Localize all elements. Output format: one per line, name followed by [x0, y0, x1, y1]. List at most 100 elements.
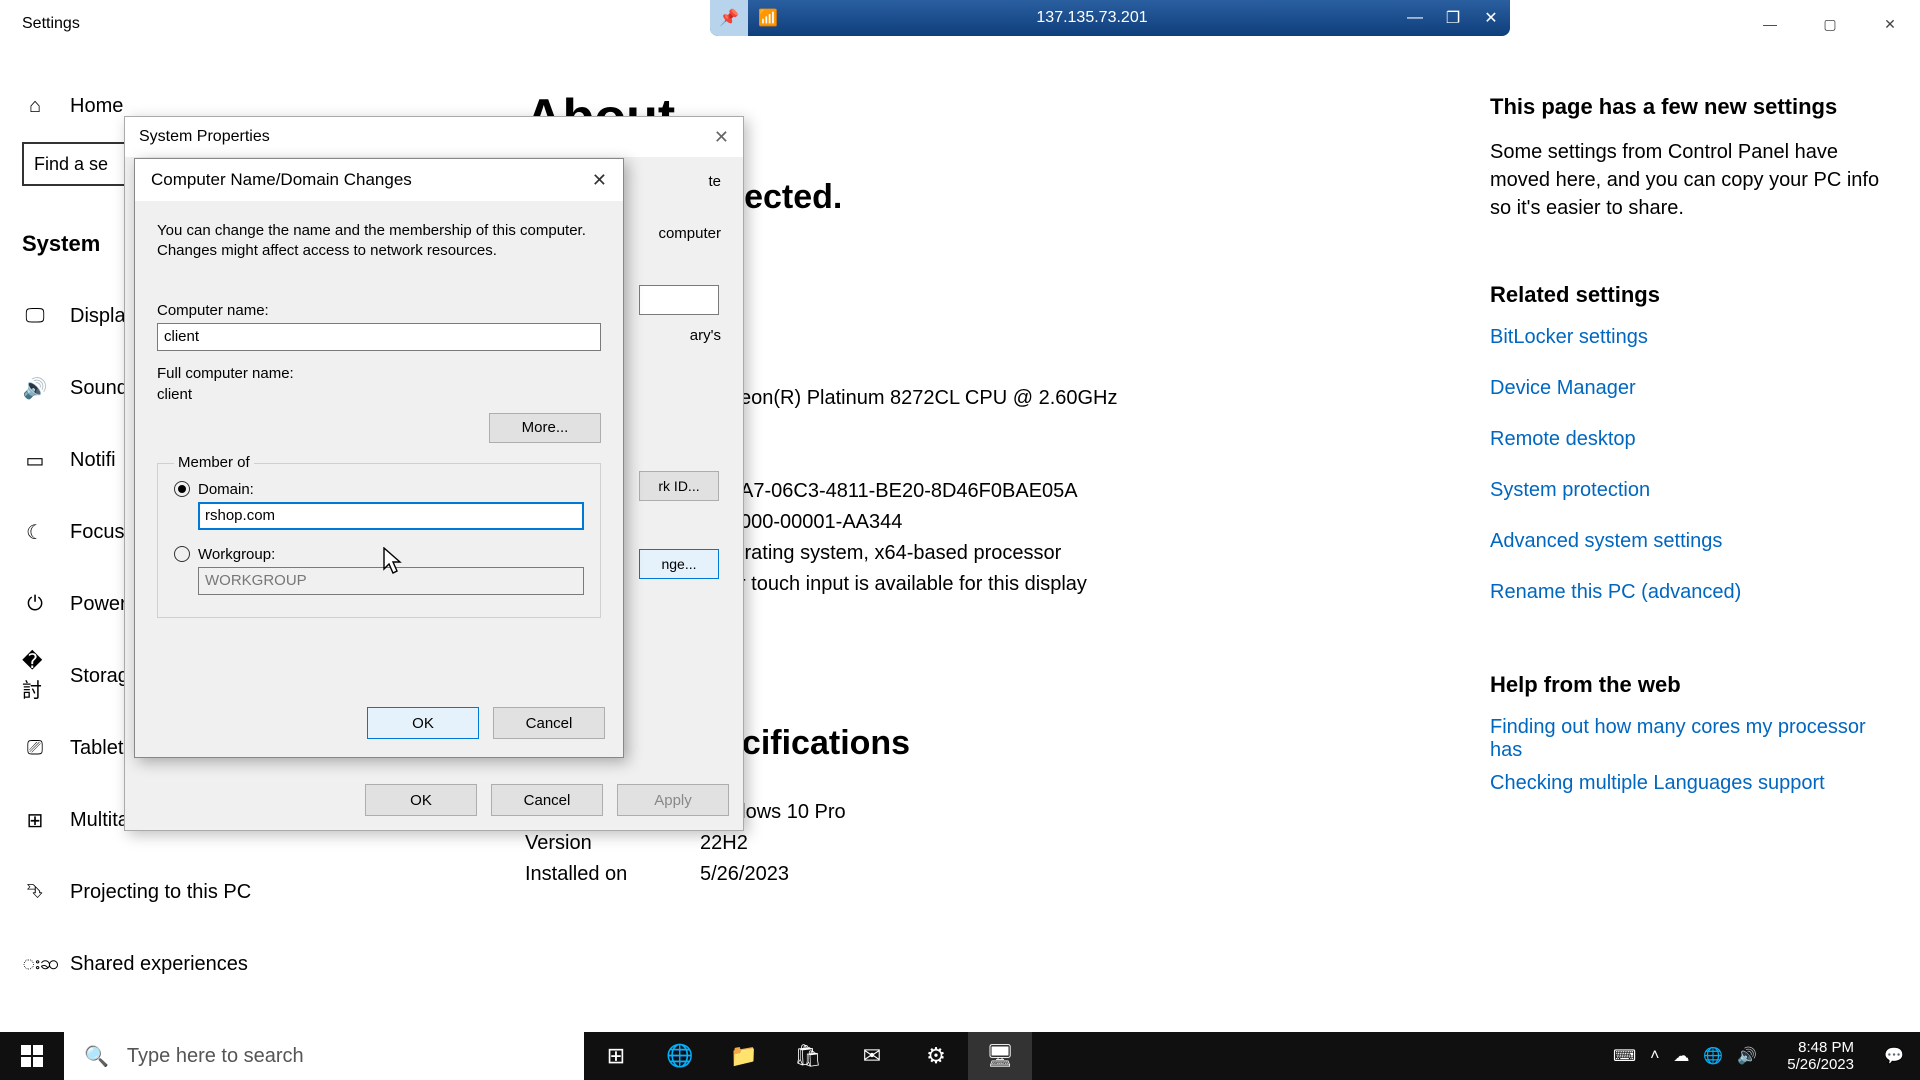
- sidebar-item-label: Tablet: [70, 737, 123, 760]
- file-explorer-icon[interactable]: 📁: [712, 1032, 776, 1080]
- pin-icon[interactable]: 📌: [710, 0, 748, 36]
- cname-titlebar[interactable]: Computer Name/Domain Changes ✕: [135, 159, 623, 201]
- taskbar-search[interactable]: 🔍 Type here to search: [64, 1032, 584, 1080]
- link-device-manager[interactable]: Device Manager: [1490, 377, 1890, 400]
- sysprop-titlebar[interactable]: System Properties ✕: [125, 117, 743, 157]
- right-heading-help: Help from the web: [1490, 672, 1890, 698]
- signal-icon: 📶: [748, 8, 788, 28]
- rdp-close-button[interactable]: ✕: [1472, 0, 1510, 36]
- link-advanced-settings[interactable]: Advanced system settings: [1490, 530, 1890, 553]
- right-heading-new: This page has a few new settings: [1490, 94, 1890, 120]
- keyboard-icon[interactable]: ⌨: [1613, 1046, 1636, 1066]
- spec-deviceid: CD7A7-06C3-4811-BE20-8D46F0BAE05A: [700, 480, 1078, 503]
- full-name-value: client: [157, 386, 601, 403]
- minimize-button[interactable]: —: [1740, 0, 1800, 48]
- link-bitlocker[interactable]: BitLocker settings: [1490, 326, 1890, 349]
- sysprop-title: System Properties: [139, 128, 270, 146]
- maximize-button[interactable]: ▢: [1800, 0, 1860, 48]
- network-icon[interactable]: 🌐: [1703, 1046, 1723, 1066]
- link-system-protection[interactable]: System protection: [1490, 479, 1890, 502]
- right-heading-related: Related settings: [1490, 282, 1890, 308]
- action-center-button[interactable]: 💬: [1868, 1046, 1920, 1066]
- cname-title: Computer Name/Domain Changes: [151, 170, 412, 190]
- link-rename-pc[interactable]: Rename this PC (advanced): [1490, 581, 1890, 604]
- computer-name-dialog: Computer Name/Domain Changes ✕ You can c…: [134, 158, 624, 758]
- spec-key: Installed on: [525, 863, 700, 886]
- storage-icon: �討: [22, 663, 48, 689]
- example-fragment: ary's: [690, 327, 721, 344]
- store-icon[interactable]: 🛍: [776, 1032, 840, 1080]
- sidebar-category-label: System: [22, 231, 100, 257]
- start-button[interactable]: [0, 1032, 64, 1080]
- computer-name-label: Computer name:: [157, 302, 601, 319]
- rdp-minimize-button[interactable]: —: [1396, 0, 1434, 36]
- sidebar-item-label: Shared experiences: [70, 953, 248, 976]
- volume-icon[interactable]: 🔊: [1737, 1046, 1757, 1066]
- sysprop-apply-button[interactable]: Apply: [617, 784, 729, 816]
- domain-radio-label: Domain:: [198, 481, 254, 498]
- search-icon: 🔍: [84, 1044, 109, 1069]
- sidebar-item-label: Power: [70, 593, 127, 616]
- sound-icon: 🔊: [22, 375, 48, 401]
- full-name-label: Full computer name:: [157, 365, 601, 382]
- settings-icon[interactable]: ⚙: [904, 1032, 968, 1080]
- spec-pentouch: en or touch input is available for this …: [700, 573, 1087, 596]
- close-button[interactable]: ✕: [1860, 0, 1920, 48]
- sidebar-item-label: Notifi: [70, 449, 116, 472]
- domain-radio[interactable]: [174, 481, 190, 497]
- cname-cancel-button[interactable]: Cancel: [493, 707, 605, 739]
- computer-name-input[interactable]: [157, 323, 601, 351]
- close-icon[interactable]: ✕: [592, 170, 607, 191]
- edge-icon[interactable]: 🌐: [648, 1032, 712, 1080]
- spec-cpu: R) Xeon(R) Platinum 8272CL CPU @ 2.60GHz: [700, 387, 1118, 410]
- spec-val: 5/26/2023: [700, 863, 789, 886]
- sidebar-item-label: Home: [70, 95, 123, 118]
- projecting-icon: ⮷: [22, 879, 48, 905]
- workgroup-radio-row[interactable]: Workgroup:: [174, 546, 584, 563]
- workgroup-radio[interactable]: [174, 546, 190, 562]
- tray-chevron-icon[interactable]: ˄: [1650, 1047, 1659, 1065]
- rdp-restore-button[interactable]: ❐: [1434, 0, 1472, 36]
- domain-input[interactable]: [198, 502, 584, 530]
- rdp-connection-bar[interactable]: 📌 📶 137.135.73.201 — ❐ ✕: [710, 0, 1510, 36]
- member-of-legend: Member of: [174, 454, 254, 471]
- sidebar-item-projecting[interactable]: ⮷ Projecting to this PC: [0, 856, 485, 928]
- more-button[interactable]: More...: [489, 413, 601, 443]
- system-tray[interactable]: ⌨ ˄ ☁ 🌐 🔊: [1597, 1046, 1773, 1066]
- task-view-button[interactable]: ⊞: [584, 1032, 648, 1080]
- taskbar-search-placeholder: Type here to search: [127, 1045, 304, 1068]
- home-icon: ⌂: [22, 93, 48, 119]
- spec-systemtype: t operating system, x64-based processor: [700, 542, 1061, 565]
- cname-ok-button[interactable]: OK: [367, 707, 479, 739]
- domain-radio-row[interactable]: Domain:: [174, 481, 584, 498]
- clock-date: 5/26/2023: [1787, 1056, 1854, 1073]
- sidebar-item-label: Sound: [70, 377, 128, 400]
- close-icon[interactable]: ✕: [714, 127, 729, 148]
- clock-time: 8:48 PM: [1787, 1039, 1854, 1056]
- tablet-icon: ⎚: [22, 735, 48, 761]
- sidebar-item-label: Focus: [70, 521, 124, 544]
- taskbar-clock[interactable]: 8:48 PM 5/26/2023: [1773, 1039, 1868, 1074]
- sysprop-description-input[interactable]: [639, 285, 719, 315]
- workgroup-radio-label: Workgroup:: [198, 546, 275, 563]
- sysprop-ok-button[interactable]: OK: [365, 784, 477, 816]
- sidebar-item-label: Projecting to this PC: [70, 881, 251, 904]
- sidebar-item-shared[interactable]: �းဆ Shared experiences: [0, 928, 485, 1000]
- help-link-languages[interactable]: Checking multiple Languages support: [1490, 772, 1890, 795]
- help-link-cores[interactable]: Finding out how many cores my processor …: [1490, 716, 1890, 762]
- tab-fragment: te: [708, 173, 721, 190]
- member-of-group: Member of Domain: Workgroup:: [157, 463, 601, 618]
- sysprop-cancel-button[interactable]: Cancel: [491, 784, 603, 816]
- network-id-button[interactable]: rk ID...: [639, 471, 719, 501]
- rdp-address: 137.135.73.201: [788, 9, 1396, 27]
- cursor-icon: [383, 547, 403, 575]
- sysprop-taskbar-icon[interactable]: 🖥: [968, 1032, 1032, 1080]
- link-remote-desktop[interactable]: Remote desktop: [1490, 428, 1890, 451]
- power-icon: ⏻: [22, 591, 48, 617]
- change-button[interactable]: nge...: [639, 549, 719, 579]
- spec-key: Version: [525, 832, 700, 855]
- focus-icon: ☾: [22, 519, 48, 545]
- taskbar: 🔍 Type here to search ⊞ 🌐 📁 🛍 ✉ ⚙ 🖥 ⌨ ˄ …: [0, 1032, 1920, 1080]
- mail-icon[interactable]: ✉: [840, 1032, 904, 1080]
- onedrive-icon[interactable]: ☁: [1673, 1046, 1689, 1066]
